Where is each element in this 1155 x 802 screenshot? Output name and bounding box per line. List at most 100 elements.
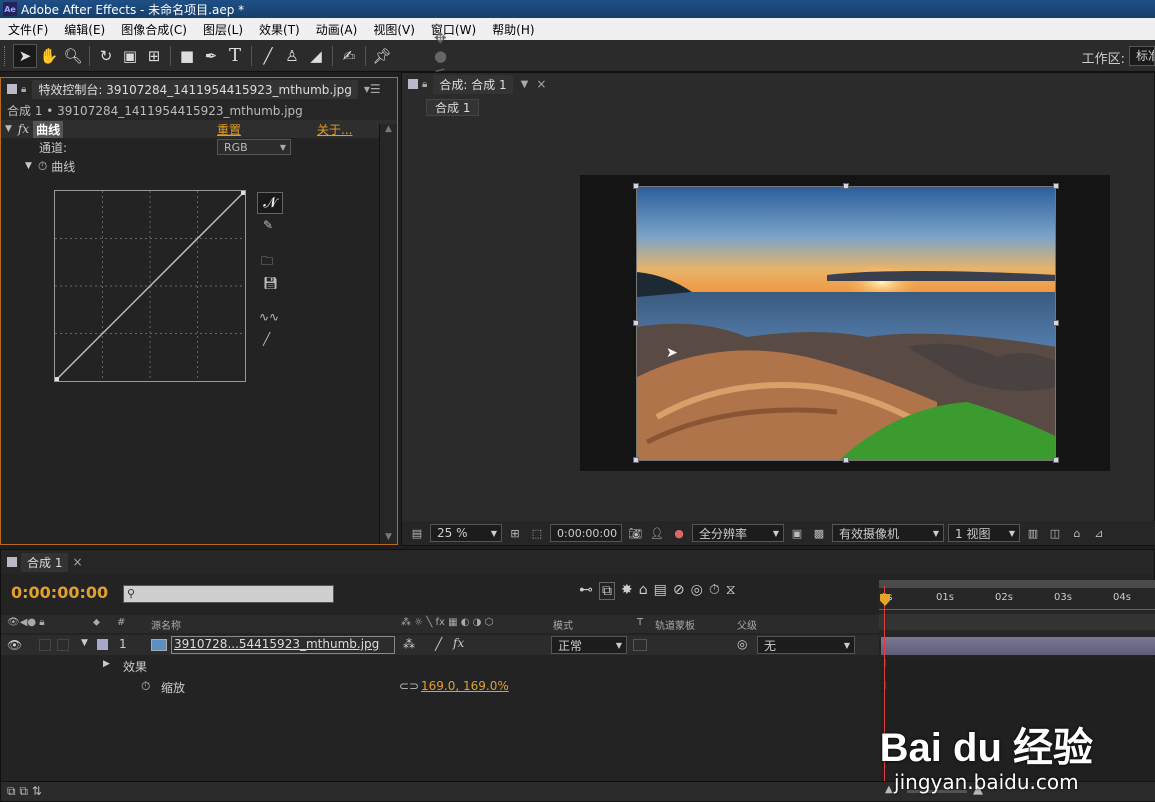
menu-edit[interactable]: 编辑(E) [56, 21, 113, 38]
scroll-down-arrow-icon[interactable]: ▼ [380, 532, 397, 542]
channel-select[interactable]: RGB [217, 139, 291, 155]
work-area-bar[interactable] [879, 580, 1155, 588]
solo-toggle[interactable] [57, 639, 69, 651]
close-tab-icon[interactable]: × [72, 555, 82, 569]
rectangle-tool-icon[interactable]: ■ [175, 44, 199, 68]
flowchart-icon[interactable]: ⊿ [1090, 525, 1108, 541]
menu-view[interactable]: 视图(V) [365, 21, 423, 38]
transparency-grid-icon[interactable]: ▩ [810, 525, 828, 541]
transform-handle-top[interactable] [843, 183, 849, 189]
stopwatch-icon[interactable]: ⏱︎ [38, 159, 47, 174]
stopwatch-icon[interactable]: ⏱︎ [141, 679, 150, 694]
show-snapshot-icon[interactable]: 👤︎ [648, 525, 666, 541]
reset-link[interactable]: 重置 [217, 121, 241, 138]
comp-breadcrumb[interactable]: 合成 1 [426, 99, 480, 116]
parent-pickwhip-icon[interactable]: ◎ [737, 637, 747, 651]
expand-triangle-icon[interactable]: ▼ [5, 124, 12, 134]
comp-dropdown-icon[interactable]: ▼ [521, 79, 529, 90]
scroll-up-arrow-icon[interactable]: ▲ [380, 124, 397, 134]
timeline-current-time[interactable]: 0:00:00:00 [11, 583, 108, 602]
menu-layer[interactable]: 图层(L) [195, 21, 251, 38]
timeline-toggle-icon[interactable]: ⌂ [1068, 525, 1086, 541]
draft-3d-icon[interactable]: ⧉ [599, 582, 615, 600]
layer-row[interactable]: 👁︎ ▼ 1 3910728...54415923_mthumb.jpg ⁂ ╱… [1, 635, 879, 655]
always-preview-icon[interactable]: ▤ [408, 525, 426, 541]
type-tool-icon[interactable]: T [223, 44, 247, 68]
eraser-tool-icon[interactable]: ◢ [304, 44, 328, 68]
about-link[interactable]: 关于... [317, 121, 352, 138]
hand-tool-icon[interactable]: ✋ [37, 44, 61, 68]
toggle-panes-icon[interactable]: ⧉ ⧉ ⇅ [7, 784, 42, 799]
pan-behind-tool-icon[interactable]: ⊞ [142, 44, 166, 68]
transform-handle-top-right[interactable] [1053, 183, 1059, 189]
effects-group-row[interactable]: ▶ 效果 [1, 656, 879, 676]
mask-visibility-icon[interactable]: ⬚ [528, 525, 546, 541]
lock-icon[interactable]: 🔒︎ [422, 79, 427, 90]
graph-editor-icon[interactable]: ◎ [691, 582, 703, 600]
time-navigator-bar[interactable] [879, 614, 1155, 630]
camera-tool-icon[interactable]: ▣ [118, 44, 142, 68]
pen-tool-icon[interactable]: ✒ [199, 44, 223, 68]
expand-triangle-icon[interactable]: ▼ [25, 161, 32, 171]
layer-image-seascape[interactable] [636, 186, 1056, 461]
pencil-tool-icon[interactable]: ✎ [263, 218, 273, 232]
constrain-proportions-icon[interactable]: ⊂⊃ [399, 679, 419, 693]
linear-reset-icon[interactable]: ╱ [263, 332, 270, 346]
parent-select[interactable]: 无 ▼ [757, 636, 855, 654]
fast-previews-icon[interactable]: ◫ [1046, 525, 1064, 541]
save-icon[interactable]: 💾︎ [263, 276, 278, 290]
rotate-tool-icon[interactable]: ↻ [94, 44, 118, 68]
selection-tool-icon[interactable]: ➤ [13, 43, 37, 68]
quality-switch-icon[interactable]: ╱ [435, 637, 442, 651]
transform-handle-bottom-right[interactable] [1053, 457, 1059, 463]
toolbar-grip[interactable] [4, 45, 10, 66]
shy-layers-icon[interactable]: ✸ [621, 582, 633, 600]
curves-graph[interactable] [54, 190, 246, 382]
menu-animation[interactable]: 动画(A) [308, 21, 366, 38]
transform-handle-bottom-left[interactable] [633, 457, 639, 463]
resolution-select[interactable]: 全分辨率 ▼ [692, 524, 784, 542]
menu-composition[interactable]: 图像合成(C) [113, 21, 195, 38]
brainstorm-icon[interactable]: ⊘ [673, 582, 685, 600]
transform-handle-top-left[interactable] [633, 183, 639, 189]
curve-bezier-tool-icon[interactable]: 𝓝 [257, 192, 283, 214]
axis-mode-icon[interactable]: ✥ ● ⚟ [434, 29, 458, 83]
transform-handle-right[interactable] [1053, 320, 1059, 326]
menu-help[interactable]: 帮助(H) [484, 21, 542, 38]
open-folder-icon[interactable]: 🗀 [261, 252, 273, 273]
layer-duration-bar[interactable] [881, 637, 1155, 655]
camera-view-select[interactable]: 有效摄像机 ▼ [832, 524, 944, 542]
menu-file[interactable]: 文件(F) [0, 21, 56, 38]
close-tab-icon[interactable]: × [536, 77, 546, 91]
scale-value[interactable]: 169.0, 169.0% [421, 679, 509, 693]
fx-icon[interactable]: fx [18, 122, 29, 136]
layer-expand-icon[interactable]: ▼ [81, 638, 88, 648]
scale-property-row[interactable]: ⏱︎ 缩放 ⊂⊃ 169.0, 169.0% [1, 677, 879, 697]
motion-blur-icon[interactable]: ▤ [654, 582, 667, 600]
live-update-icon[interactable]: ⧖ [726, 582, 736, 600]
tab-composition[interactable]: 合成: 合成 1 [433, 74, 513, 94]
comp-mini-flowchart-icon[interactable]: ⊷ [579, 582, 593, 600]
brush-tool-icon[interactable]: ╱ [256, 44, 280, 68]
frame-blending-icon[interactable]: ⌂ [639, 582, 648, 600]
time-ruler[interactable]: 0s 01s 02s 03s 04s [879, 580, 1155, 640]
workspace-select[interactable]: 标准 [1129, 46, 1155, 66]
layer-label-color[interactable] [97, 639, 108, 650]
safe-margins-icon[interactable]: ⊞ [506, 525, 524, 541]
layer-name[interactable]: 3910728...54415923_mthumb.jpg [171, 636, 395, 654]
effect-switch-icon[interactable]: fx [453, 636, 464, 650]
smooth-icon[interactable]: ∿∿ [259, 310, 279, 324]
blend-mode-select[interactable]: 正常 ▼ [551, 636, 627, 654]
zoom-tool-icon[interactable]: 🔍︎ [61, 44, 85, 68]
menu-effect[interactable]: 效果(T) [251, 21, 308, 38]
tab-timeline-comp[interactable]: 合成 1 [21, 552, 69, 572]
snapshot-camera-icon[interactable]: 📷︎ [626, 525, 644, 541]
transform-handle-bottom[interactable] [843, 457, 849, 463]
region-of-interest-icon[interactable]: ▣ [788, 525, 806, 541]
pixel-aspect-icon[interactable]: ▥ [1024, 525, 1042, 541]
puppet-pin-tool-icon[interactable]: 📌︎ [370, 44, 394, 68]
transform-handle-left[interactable] [633, 320, 639, 326]
effect-controls-scrollbar[interactable]: ▲ ▼ [379, 124, 397, 544]
lock-icon[interactable]: 🔒︎ [21, 84, 26, 95]
collapse-switch-icon[interactable]: ⁂ [403, 637, 415, 651]
